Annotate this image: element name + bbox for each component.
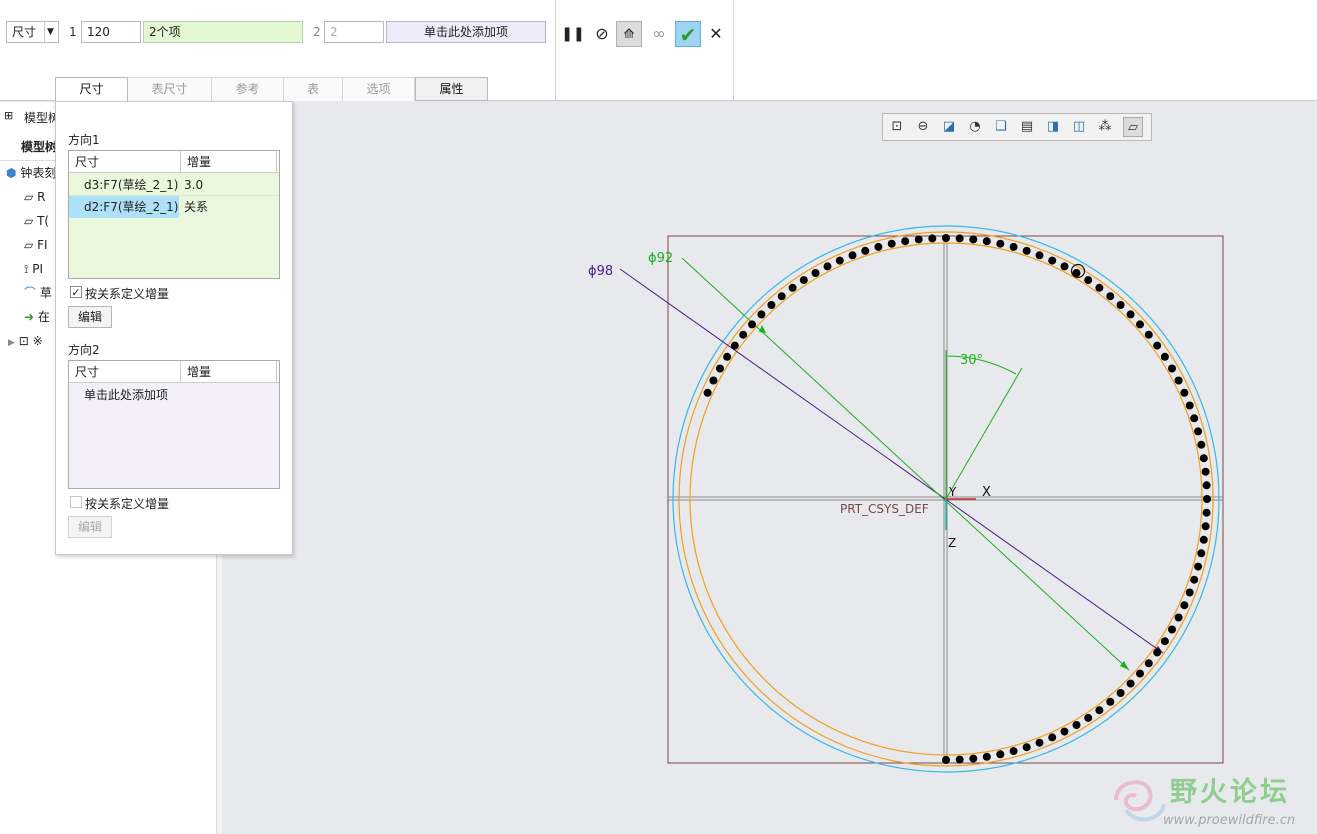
pattern-point [1197, 440, 1206, 449]
forum-logo-icon [1114, 780, 1166, 822]
pattern-point [1048, 733, 1057, 742]
pattern-point [848, 251, 857, 260]
csys-label[interactable]: PRT_CSYS_DEF [840, 502, 929, 516]
pattern-point [757, 310, 766, 319]
pattern-point [1106, 697, 1115, 706]
pattern-point [901, 237, 910, 246]
pattern-point [1116, 689, 1125, 697]
pattern-point [1084, 276, 1093, 285]
pattern-point [1048, 256, 1057, 265]
pattern-point [1194, 562, 1203, 571]
pattern-point [1202, 481, 1211, 490]
pattern-point [709, 376, 718, 385]
pattern-point [1199, 535, 1208, 544]
pattern-point [777, 292, 786, 301]
pattern-point [1199, 454, 1208, 463]
pattern-point [887, 239, 896, 248]
pattern-point [767, 301, 776, 309]
pattern-point [1009, 242, 1018, 251]
pattern-point [955, 755, 964, 764]
dim-d92-text[interactable]: ϕ92 [648, 251, 673, 266]
pattern-point [942, 234, 950, 242]
pattern-point [1116, 301, 1125, 309]
pattern-point [1060, 727, 1069, 736]
pattern-point [1168, 364, 1176, 373]
pattern-point [1035, 738, 1044, 747]
dim-angle-text[interactable]: 30° [960, 353, 983, 368]
pattern-point [1201, 522, 1210, 531]
pattern-point [1180, 388, 1189, 397]
pattern-point [928, 234, 937, 243]
pattern-point [861, 246, 870, 255]
pattern-point [982, 752, 991, 761]
pattern-point [1174, 376, 1183, 385]
pattern-point [1153, 341, 1162, 350]
pattern-point [1144, 659, 1153, 668]
pattern-point [1060, 262, 1069, 271]
pattern-point [1190, 575, 1199, 584]
pattern-point [1136, 320, 1144, 329]
pattern-point [1180, 601, 1189, 610]
pattern-point [1168, 625, 1176, 634]
pattern-point [1035, 251, 1044, 260]
pattern-point [1153, 648, 1162, 657]
dim-d98-leader [619, 268, 1164, 654]
pattern-point [1160, 352, 1169, 361]
pattern-point [1095, 706, 1104, 715]
pattern-point [955, 234, 964, 243]
pattern-point [1174, 613, 1183, 622]
pattern-point [788, 283, 797, 292]
pattern-point [874, 242, 883, 251]
forum-watermark: 野火论坛 www.proewildfire.cn [1106, 768, 1317, 834]
pattern-point [1022, 246, 1031, 255]
pattern-point [1194, 427, 1203, 436]
graphics-canvas[interactable]: ϕ98 ϕ92 30° X Y Z PRT_CSYS_DEF [0, 0, 1317, 834]
axis-y-label: Y [948, 485, 957, 499]
pattern-point [1185, 401, 1194, 410]
pattern-point [996, 239, 1005, 248]
pattern-point [1009, 747, 1018, 756]
dim-d92-arrow-2 [759, 325, 766, 333]
pattern-point [1190, 414, 1199, 423]
dim-d92-leader [681, 257, 1130, 671]
pattern-point [942, 756, 950, 764]
pattern-point [1144, 330, 1153, 339]
pattern-point [1202, 508, 1211, 517]
pattern-point [811, 269, 820, 277]
pattern-point [1203, 495, 1211, 503]
pattern-point [1106, 292, 1115, 301]
pattern-point [1084, 713, 1093, 722]
pattern-point [1126, 310, 1135, 319]
pattern-point [1022, 743, 1031, 752]
dim-d98-text[interactable]: ϕ98 [588, 264, 613, 279]
pattern-point [703, 388, 712, 397]
pattern-point [982, 237, 991, 246]
pattern-point [969, 235, 978, 244]
angle-side-line [945, 367, 1023, 500]
pattern-point [1160, 637, 1169, 646]
pattern-point [969, 754, 978, 763]
pattern-point [730, 341, 739, 350]
pattern-point [1072, 721, 1081, 729]
pattern-point [1126, 679, 1135, 688]
pattern-point [996, 750, 1005, 759]
pattern-point [1201, 467, 1210, 476]
pattern-point [716, 364, 724, 373]
pattern-point [739, 330, 748, 339]
pattern-point [835, 256, 844, 265]
pattern-point [1136, 669, 1144, 678]
pattern-point [914, 235, 923, 244]
pattern-point [1197, 549, 1206, 558]
pattern-point [1095, 283, 1104, 292]
watermark-url: www.proewildfire.cn [1163, 813, 1296, 828]
pattern-point [723, 352, 732, 361]
pattern-point [748, 320, 756, 329]
axis-x-label: X [982, 485, 991, 500]
pattern-point [823, 262, 832, 271]
watermark-title: 野火论坛 [1170, 777, 1290, 808]
pattern-point [1185, 588, 1194, 597]
axis-z-label: Z [948, 536, 956, 550]
pattern-point [799, 276, 808, 285]
